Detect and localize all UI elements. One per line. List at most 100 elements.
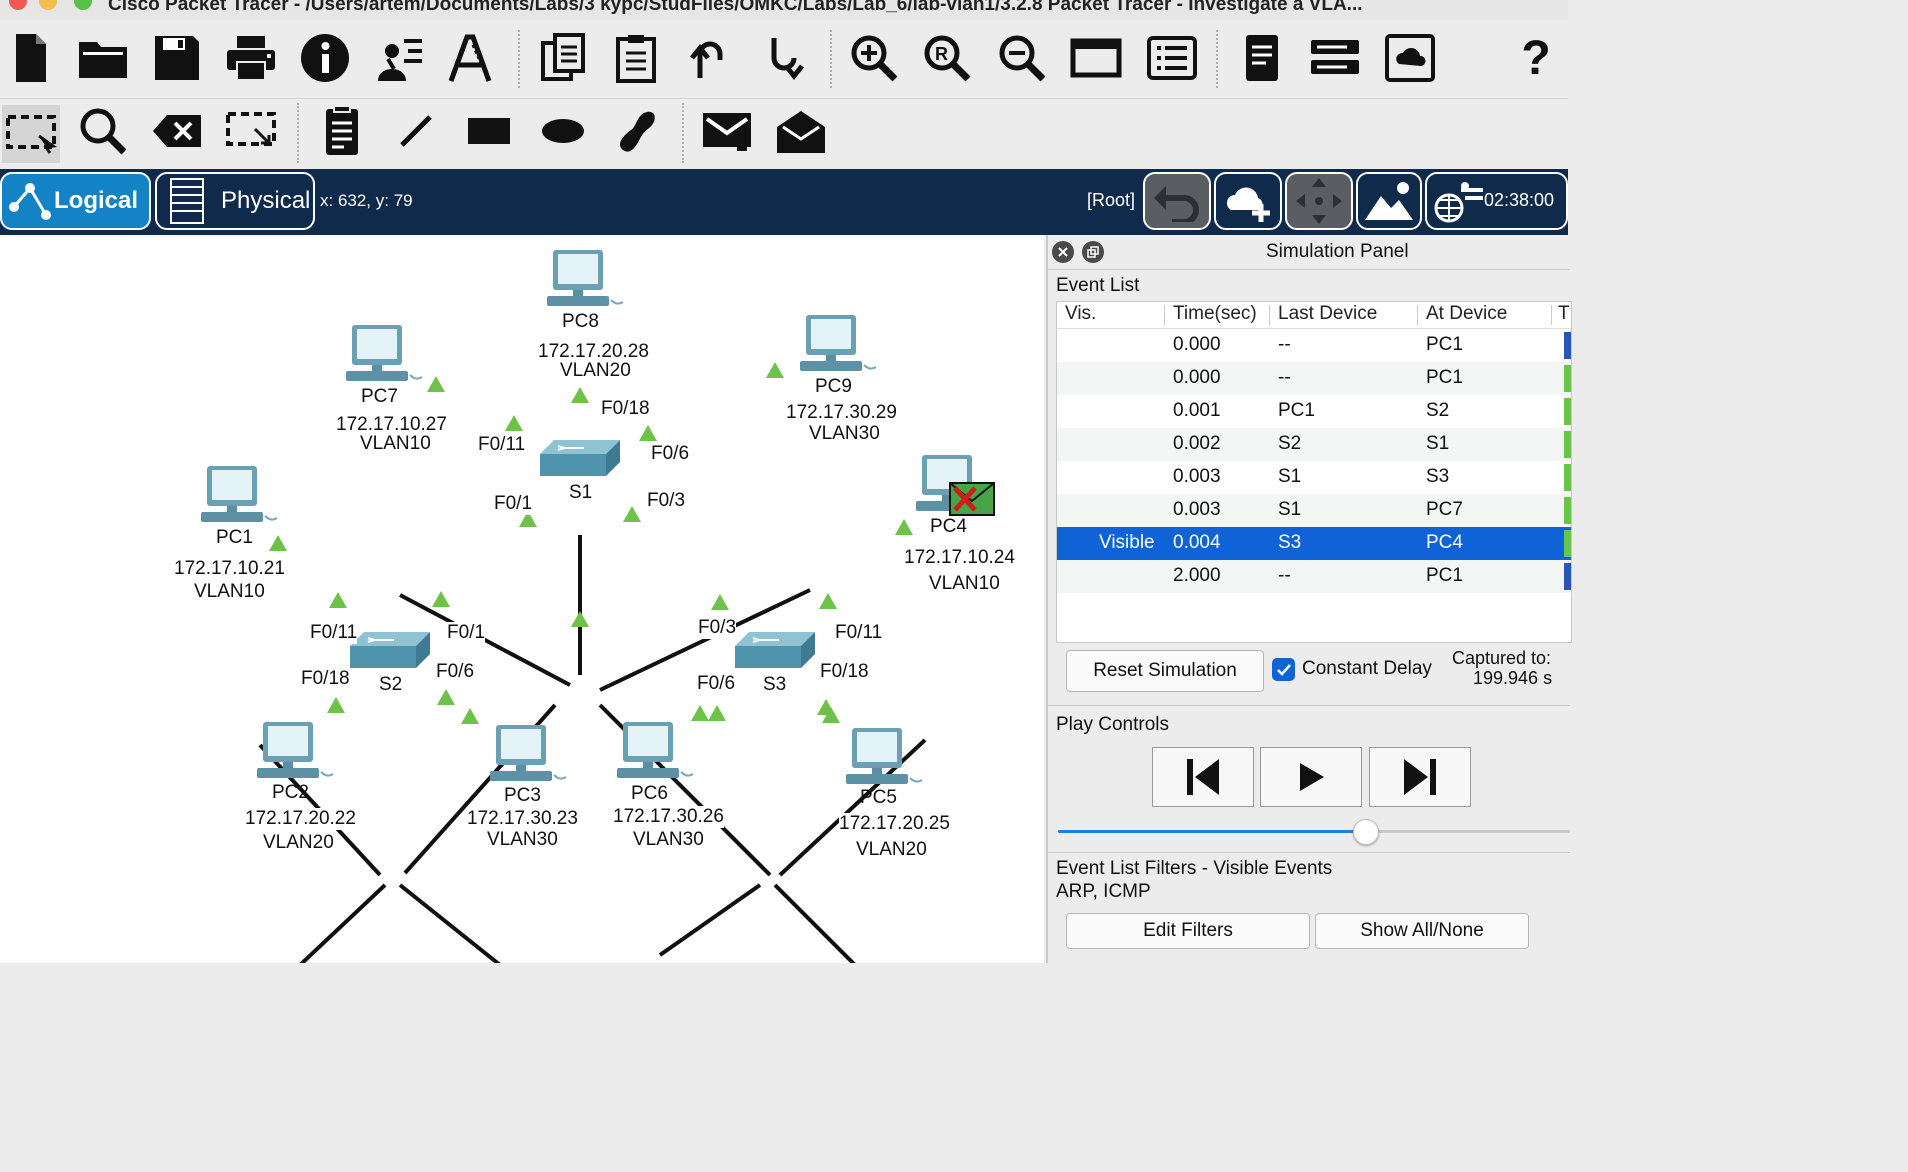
new-cluster-button[interactable]	[1214, 172, 1282, 230]
event-row[interactable]: 0.000 -- PC1	[1057, 329, 1571, 362]
help-icon[interactable]: ?	[1510, 32, 1562, 85]
event-cell-time: 0.000	[1173, 334, 1221, 355]
event-row[interactable]: 0.000 -- PC1	[1057, 362, 1571, 395]
device-name-pc5: PC5	[860, 787, 897, 808]
captured-to-value: 199.946 s	[1473, 668, 1553, 688]
undo-icon[interactable]	[684, 32, 736, 84]
event-cell-at: S1	[1426, 433, 1450, 454]
event-row[interactable]: 0.003 S1 S3	[1057, 461, 1571, 494]
device-ip-pc9: 172.17.30.29	[786, 402, 897, 424]
move-object-button[interactable]	[1285, 172, 1353, 230]
event-row[interactable]: 0.001 PC1 S2	[1057, 395, 1571, 428]
capture-forward-button[interactable]	[1369, 747, 1471, 807]
event-cell-time: 0.002	[1173, 433, 1221, 454]
pc-pc8[interactable]	[546, 249, 624, 307]
logical-icon	[9, 183, 51, 220]
pc-pc9[interactable]	[799, 314, 877, 372]
window-icon[interactable]	[1070, 32, 1122, 84]
column-vis[interactable]: Vis.	[1065, 303, 1096, 325]
event-row[interactable]: 2.000 -- PC1	[1057, 560, 1571, 593]
play-button[interactable]	[1260, 747, 1362, 807]
filters-value: ARP, ICMP	[1056, 881, 1151, 902]
back-step-button[interactable]	[1152, 747, 1254, 807]
logical-tab[interactable]: Logical	[0, 172, 151, 230]
palette-icon[interactable]	[1146, 32, 1198, 84]
copy-icon[interactable]	[537, 32, 589, 84]
custom-pdu-icon[interactable]	[446, 32, 498, 84]
pc-pc7[interactable]	[345, 324, 423, 382]
switch-s2[interactable]	[349, 631, 431, 669]
column-at-device[interactable]: At Device	[1426, 303, 1507, 325]
event-cell-last: S1	[1278, 499, 1302, 520]
minimize-window-button[interactable]	[39, 0, 57, 10]
event-row[interactable]: Visible 0.004 S3 PC4	[1057, 527, 1571, 560]
show-all-none-button[interactable]: Show All/None	[1315, 913, 1529, 949]
save-icon[interactable]	[151, 32, 203, 84]
root-breadcrumb[interactable]: [Root]	[1087, 190, 1135, 211]
main-toolbar: R ?	[0, 20, 1568, 99]
edit-filters-button[interactable]: Edit Filters	[1066, 913, 1310, 949]
event-cell-at: PC4	[1426, 532, 1463, 553]
note-icon[interactable]	[316, 105, 368, 157]
resize-icon[interactable]	[225, 105, 277, 157]
logical-workspace[interactable]: PC8 172.17.20.28 VLAN20 PC7 172.17.10.27…	[0, 235, 1044, 963]
column-last-device[interactable]: Last Device	[1278, 303, 1377, 325]
zoom-out-icon[interactable]	[996, 32, 1048, 84]
switch-name-s1: S1	[569, 482, 593, 503]
switch-s1[interactable]	[539, 439, 621, 477]
pc-pc3[interactable]	[489, 724, 567, 782]
speed-slider-thumb[interactable]	[1353, 819, 1380, 845]
new-file-icon[interactable]	[4, 32, 56, 84]
set-background-button[interactable]	[1356, 172, 1422, 230]
zoom-in-icon[interactable]	[848, 32, 900, 84]
paste-icon[interactable]	[610, 32, 662, 84]
speed-slider-fill	[1058, 830, 1376, 833]
zoom-window-button[interactable]	[74, 0, 92, 10]
speed-slider[interactable]	[1058, 819, 1570, 845]
switch-s3[interactable]	[734, 631, 816, 669]
panel-restore-button[interactable]	[1082, 241, 1104, 263]
close-window-button[interactable]	[9, 0, 27, 10]
redo-icon[interactable]	[758, 32, 810, 84]
column-type[interactable]: T	[1558, 303, 1570, 325]
reset-simulation-button[interactable]: Reset Simulation	[1066, 650, 1264, 692]
event-row[interactable]: 0.003 S1 PC7	[1057, 494, 1571, 527]
pc-pc6[interactable]	[616, 721, 694, 779]
device-vlan-pc2: VLAN20	[263, 832, 334, 854]
print-icon[interactable]	[225, 32, 277, 84]
ellipse-icon[interactable]	[537, 105, 589, 157]
line-icon[interactable]	[390, 105, 442, 157]
event-type-swatch	[1564, 398, 1571, 425]
complex-pdu-icon[interactable]	[775, 105, 827, 157]
device-icon[interactable]	[1309, 32, 1361, 84]
port-label: F0/6	[697, 673, 736, 695]
cluster-icon[interactable]	[1384, 32, 1436, 84]
pc-pc2[interactable]	[256, 721, 334, 779]
event-cell-at: S2	[1426, 400, 1450, 421]
delete-icon[interactable]	[151, 105, 203, 157]
back-button[interactable]	[1143, 172, 1211, 230]
failed-pdu-icon[interactable]	[949, 482, 995, 516]
freeform-icon[interactable]	[610, 105, 662, 157]
select-icon[interactable]	[2, 105, 60, 163]
column-time[interactable]: Time(sec)	[1173, 303, 1257, 325]
notes-icon[interactable]	[1236, 32, 1288, 84]
constant-delay-checkbox[interactable]	[1272, 658, 1295, 681]
zoom-reset-icon[interactable]: R	[921, 32, 973, 84]
open-folder-icon[interactable]	[77, 32, 129, 84]
event-cell-at: PC1	[1426, 334, 1463, 355]
event-row[interactable]: 0.002 S2 S1	[1057, 428, 1571, 461]
constant-delay-label: Constant Delay	[1302, 658, 1432, 679]
info-icon[interactable]	[299, 32, 351, 84]
inspect-icon[interactable]	[77, 105, 129, 157]
activity-wizard-icon[interactable]	[373, 32, 425, 84]
simple-pdu-icon[interactable]	[701, 105, 753, 157]
pc-pc1[interactable]	[200, 465, 278, 523]
physical-tab[interactable]: Physical	[155, 172, 315, 230]
panel-close-button[interactable]	[1052, 241, 1074, 263]
device-ip-pc3: 172.17.30.23	[467, 808, 578, 830]
device-name-pc2: PC2	[272, 782, 309, 803]
rectangle-icon[interactable]	[463, 105, 515, 157]
filters-heading: Event List Filters - Visible Events	[1056, 858, 1333, 879]
event-cell-time: 0.000	[1173, 367, 1221, 388]
